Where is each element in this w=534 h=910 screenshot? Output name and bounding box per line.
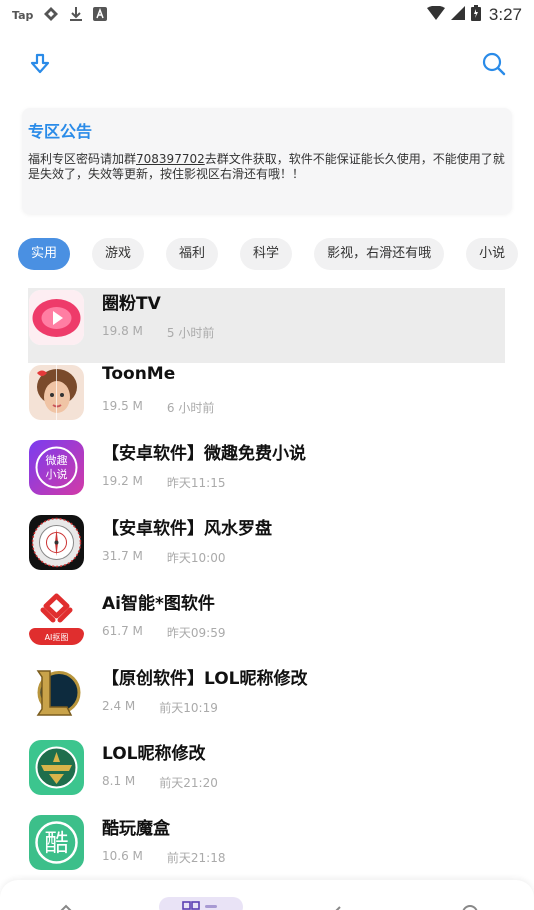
app-size: 8.1 M bbox=[102, 774, 136, 788]
app-time: 昨天11:15 bbox=[166, 476, 226, 490]
app-meta: 31.7 M 昨天10:00 bbox=[102, 549, 225, 566]
category-tabs: 实用 游戏 福利 科学 影视，右滑还有哦 小说 bbox=[18, 238, 534, 270]
app-icon-quanfen bbox=[29, 290, 84, 345]
announcement-card: 专区公告 福利专区密码请加群708397702去群文件获取，软件不能保证能长久使… bbox=[22, 108, 512, 214]
battery-icon bbox=[470, 4, 481, 26]
nav-tab-share[interactable] bbox=[296, 898, 380, 910]
app-meta: 2.4 M 前天10:19 bbox=[102, 699, 218, 716]
list-item[interactable]: 微趣 小说 【安卓软件】微趣免费小说 19.2 M 昨天11:15 bbox=[28, 438, 505, 513]
app-name: LOL昵称修改 bbox=[102, 744, 206, 764]
app-meta: 10.6 M 前天21:18 bbox=[102, 849, 225, 866]
nav-tab-profile[interactable] bbox=[428, 898, 512, 910]
app-size: 19.5 M bbox=[102, 399, 143, 413]
share-icon bbox=[328, 898, 348, 910]
category-chip-science[interactable]: 科学 bbox=[240, 238, 293, 270]
app-icon-compass bbox=[29, 515, 84, 570]
app-icon-ai-cutout: AI抠图 bbox=[29, 590, 84, 645]
top-toolbar bbox=[0, 44, 534, 88]
list-item[interactable]: AI抠图 Ai智能*图软件 61.7 M 昨天09:59 bbox=[28, 588, 505, 663]
app-time: 昨天09:59 bbox=[166, 626, 226, 640]
app-name: 【安卓软件】风水罗盘 bbox=[102, 519, 272, 539]
list-item[interactable]: ToonMe 19.5 M 6 小时前 bbox=[28, 363, 505, 438]
list-item[interactable]: LOL昵称修改 8.1 M 前天21:20 bbox=[28, 738, 505, 813]
app-time: 5 小时前 bbox=[166, 326, 215, 340]
status-bar: Tap 3:27 bbox=[0, 0, 534, 30]
grid-icon bbox=[181, 897, 221, 910]
category-chip-welfare[interactable]: 福利 bbox=[166, 238, 219, 270]
app-size: 31.7 M bbox=[102, 549, 143, 563]
status-right: 3:27 bbox=[426, 4, 522, 26]
category-chip-video[interactable]: 影视，右滑还有哦 bbox=[314, 238, 445, 270]
announcement-text-before: 福利专区密码请加群 bbox=[28, 152, 137, 166]
app-time: 前天10:19 bbox=[159, 701, 218, 715]
app-size: 19.8 M bbox=[102, 324, 143, 338]
list-item[interactable]: 圈粉TV 19.8 M 5 小时前 bbox=[28, 288, 505, 363]
app-size: 10.6 M bbox=[102, 849, 143, 863]
category-chip-novel[interactable]: 小说 bbox=[466, 238, 519, 270]
qq-group-link[interactable]: 708397702 bbox=[136, 152, 205, 166]
category-chip-games[interactable]: 游戏 bbox=[92, 238, 145, 270]
ai-icon-text: AI抠图 bbox=[45, 632, 69, 642]
app-meta: 8.1 M 前天21:20 bbox=[102, 774, 218, 791]
app-size: 19.2 M bbox=[102, 474, 143, 488]
app-meta: 19.5 M 6 小时前 bbox=[102, 399, 214, 416]
app-name: Ai智能*图软件 bbox=[102, 594, 215, 614]
kuwan-icon-text: 酷 bbox=[45, 829, 69, 857]
signal-icon bbox=[450, 5, 465, 25]
list-item[interactable]: 【安卓软件】风水罗盘 31.7 M 昨天10:00 bbox=[28, 513, 505, 588]
download-status-icon bbox=[69, 6, 83, 25]
location-icon bbox=[43, 6, 59, 25]
a-status-icon bbox=[93, 6, 108, 24]
wifi-icon bbox=[426, 5, 445, 25]
search-icon bbox=[481, 51, 507, 81]
list-item[interactable]: 酷 酷玩魔盒 10.6 M 前天21:18 bbox=[28, 813, 505, 888]
app-icon-lol-nickname bbox=[29, 740, 84, 795]
announcement-text: 福利专区密码请加群708397702去群文件获取，软件不能保证能长久使用，不能使… bbox=[28, 152, 506, 182]
app-size: 61.7 M bbox=[102, 624, 143, 638]
app-time: 前天21:20 bbox=[159, 776, 218, 790]
bottom-navigation bbox=[0, 880, 534, 910]
weiqu-icon-text-1: 微趣 bbox=[46, 453, 68, 467]
announcement-title: 专区公告 bbox=[28, 122, 93, 141]
app-name: 【安卓软件】微趣免费小说 bbox=[102, 444, 306, 464]
category-chip-practical[interactable]: 实用 bbox=[18, 238, 71, 270]
profile-icon bbox=[460, 898, 480, 910]
download-arrow-icon bbox=[28, 52, 52, 80]
app-meta: 19.2 M 昨天11:15 bbox=[102, 474, 225, 491]
app-icon-weiqu-novel: 微趣 小说 bbox=[29, 440, 84, 495]
app-name: 【原创软件】LOL昵称修改 bbox=[102, 669, 308, 689]
app-name: 圈粉TV bbox=[102, 294, 161, 314]
status-left: Tap bbox=[12, 6, 108, 25]
app-icon-lol-original bbox=[29, 665, 84, 720]
app-time: 前天21:18 bbox=[166, 851, 226, 865]
app-time: 6 小时前 bbox=[166, 401, 215, 415]
search-button[interactable] bbox=[476, 48, 512, 84]
app-name: 酷玩魔盒 bbox=[102, 819, 170, 839]
app-size: 2.4 M bbox=[102, 699, 136, 713]
app-time: 昨天10:00 bbox=[166, 551, 226, 565]
list-item[interactable]: 【原创软件】LOL昵称修改 2.4 M 前天10:19 bbox=[28, 663, 505, 738]
app-icon-kuwan-box: 酷 bbox=[29, 815, 84, 870]
download-button[interactable] bbox=[22, 48, 58, 84]
app-meta: 61.7 M 昨天09:59 bbox=[102, 624, 225, 641]
nav-tab-category[interactable] bbox=[159, 897, 243, 910]
clock: 3:27 bbox=[488, 5, 522, 24]
home-icon bbox=[56, 898, 76, 910]
app-list: 圈粉TV 19.8 M 5 小时前 ToonMe 19.5 M 6 小时前 微趣… bbox=[28, 288, 505, 888]
tap-label: Tap bbox=[12, 8, 34, 22]
app-icon-toonme bbox=[29, 365, 84, 420]
app-meta: 19.8 M 5 小时前 bbox=[102, 324, 214, 341]
app-name: ToonMe bbox=[102, 364, 176, 384]
weiqu-icon-text-2: 小说 bbox=[46, 467, 68, 481]
nav-tab-home[interactable] bbox=[24, 898, 108, 910]
